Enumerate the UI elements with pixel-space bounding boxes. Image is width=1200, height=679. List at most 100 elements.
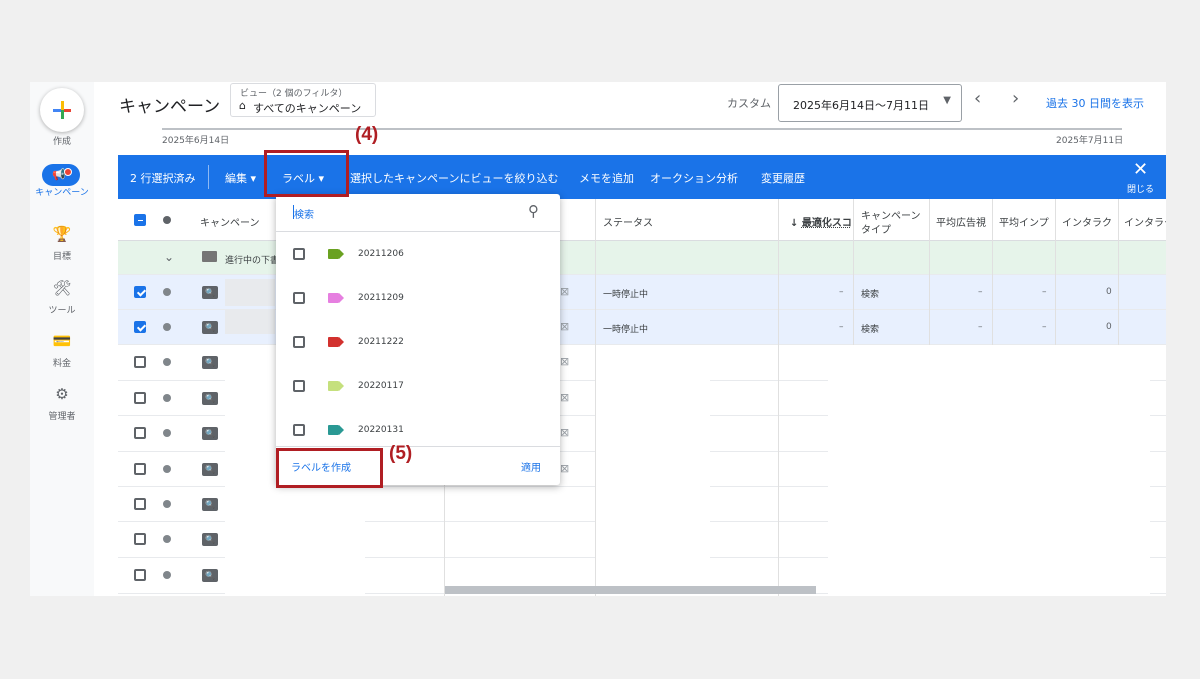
edit-label: 編集 <box>225 172 247 185</box>
auction-insights-button[interactable]: オークション分析 <box>650 170 738 186</box>
row-checkbox[interactable] <box>134 427 146 439</box>
image-placeholder-icon: ⊠ <box>560 462 570 475</box>
label-option[interactable]: 20211206 <box>276 232 560 276</box>
view-filter-count: ビュー（2 個のフィルタ） <box>240 89 348 99</box>
label-name: 20211206 <box>358 249 404 259</box>
avg-view-value: – <box>978 322 983 332</box>
label-tag-icon <box>328 381 344 391</box>
search-campaign-icon: 🔍 <box>202 392 218 405</box>
label-dropdown: 検索 ⚲ 20211206 20211209 20211222 20220117… <box>276 194 560 485</box>
tools-icon[interactable]: 🛠 <box>30 279 94 297</box>
nav-campaigns-label: キャンペーン <box>35 188 89 198</box>
label-name: 20220117 <box>358 381 404 391</box>
add-memo-button[interactable]: メモを追加 <box>579 170 634 186</box>
header-interactions[interactable]: インタラク <box>1062 214 1116 229</box>
label-tag-icon <box>328 425 344 435</box>
label-search[interactable]: 検索 ⚲ <box>276 194 560 232</box>
status-text: 一時停止中 <box>603 290 649 300</box>
label-name: 20211209 <box>358 293 404 303</box>
interactions-value: 0 <box>1106 287 1112 297</box>
image-placeholder-icon: ⊠ <box>560 355 570 368</box>
search-icon[interactable]: ⚲ <box>528 202 539 220</box>
label-tag-icon <box>328 249 344 259</box>
image-placeholder-icon: ⊠ <box>560 426 570 439</box>
nav-campaigns-button[interactable]: 📢 <box>42 164 80 186</box>
selected-count: 2 行選択済み <box>130 172 196 185</box>
create-button[interactable] <box>40 88 84 132</box>
label-name: 20220131 <box>358 425 404 435</box>
label-checkbox[interactable] <box>293 380 305 392</box>
redacted-name <box>225 310 275 334</box>
row-checkbox[interactable] <box>134 569 146 581</box>
header-interaction-rate[interactable]: インタラク <box>1124 214 1166 229</box>
label-option[interactable]: 20211222 <box>276 320 560 364</box>
highlight-box-step5 <box>276 448 383 488</box>
filter-view-button[interactable]: 選択したキャンペーンにビューを絞り込む <box>350 170 558 186</box>
label-checkbox[interactable] <box>293 424 305 436</box>
nav-tools-label[interactable]: ツール <box>30 303 94 316</box>
nav-admin-label[interactable]: 管理者 <box>30 409 94 422</box>
trophy-icon[interactable]: 🏆 <box>30 225 94 243</box>
row-checkbox[interactable] <box>134 356 146 368</box>
highlight-box-step4 <box>264 150 349 197</box>
row-checkbox[interactable] <box>134 533 146 545</box>
nav-billing-label[interactable]: 料金 <box>30 356 94 369</box>
search-campaign-icon: 🔍 <box>202 427 218 440</box>
header-avg-view[interactable]: 平均広告視 <box>936 214 990 229</box>
close-label[interactable]: 閉じる <box>1127 182 1154 195</box>
label-checkbox[interactable] <box>293 248 305 260</box>
search-campaign-icon: 🔍 <box>202 569 218 582</box>
row-checkbox[interactable] <box>134 321 146 333</box>
caret-down-icon: ▾ <box>250 172 257 185</box>
header-avg-imp[interactable]: 平均インプ <box>999 214 1053 229</box>
view-selector[interactable]: ビュー（2 個のフィルタ） ⌂ すべてのキャンペーン <box>230 83 376 117</box>
search-campaign-icon: 🔍 <box>202 463 218 476</box>
gear-icon[interactable]: ⚙ <box>30 385 94 403</box>
show-30-days-link[interactable]: 過去 30 日間を表示 <box>1046 95 1144 111</box>
chevron-down-icon[interactable]: ⌄ <box>164 250 174 264</box>
header-opt-score[interactable]: ↓ 最適化スコ <box>790 214 852 229</box>
row-checkbox[interactable] <box>134 463 146 475</box>
label-tag-icon <box>328 337 344 347</box>
change-history-button[interactable]: 変更履歴 <box>761 170 805 186</box>
header-status[interactable]: ステータス <box>603 214 653 229</box>
row-checkbox[interactable] <box>134 498 146 510</box>
prev-period-icon[interactable]: ‹ <box>974 88 981 109</box>
opt-score-value: – <box>839 287 844 297</box>
divider <box>208 165 209 189</box>
header-campaign-type-2[interactable]: タイプ <box>861 221 891 236</box>
app-frame: 作成 📢 キャンペーン 🏆 目標 🛠 ツール 💳 料金 ⚙ 管理者 キャンペーン… <box>30 82 1166 596</box>
apply-button[interactable]: 適用 <box>521 459 541 474</box>
label-option[interactable]: 20211209 <box>276 276 560 320</box>
left-nav: 作成 📢 キャンペーン 🏆 目標 🛠 ツール 💳 料金 ⚙ 管理者 <box>30 82 94 596</box>
date-range-picker[interactable]: 2025年6月14日〜7月11日 ▼ <box>778 84 962 122</box>
header-campaign-type-1[interactable]: キャンペーン <box>861 207 921 222</box>
campaign-type-value: 検索 <box>861 290 880 300</box>
blank-area <box>828 351 1150 596</box>
next-period-icon[interactable]: › <box>1012 88 1019 109</box>
select-all-checkbox[interactable] <box>134 214 146 226</box>
status-dot <box>163 288 171 296</box>
label-checkbox[interactable] <box>293 336 305 348</box>
close-icon[interactable]: ✕ <box>1133 159 1148 180</box>
page-title: キャンペーン <box>119 97 221 117</box>
nav-goals-label[interactable]: 目標 <box>30 249 94 262</box>
row-checkbox[interactable] <box>134 286 146 298</box>
column-divider <box>992 199 993 345</box>
image-placeholder-icon: ⊠ <box>560 285 570 298</box>
row-checkbox[interactable] <box>134 392 146 404</box>
label-option[interactable]: 20220117 <box>276 364 560 408</box>
status-dot <box>163 429 171 437</box>
nav-create-label: 作成 <box>52 137 71 147</box>
label-search-input[interactable]: 検索 <box>294 206 314 221</box>
column-divider <box>1118 199 1119 345</box>
label-checkbox[interactable] <box>293 292 305 304</box>
edit-menu-button[interactable]: 編集 ▾ <box>225 170 256 186</box>
credit-card-icon[interactable]: 💳 <box>30 332 94 350</box>
redacted-name <box>225 279 275 306</box>
horizontal-scrollbar[interactable] <box>445 586 816 594</box>
timeline-end: 2025年7月11日 <box>1056 136 1124 146</box>
avg-imp-value: – <box>1042 322 1047 332</box>
timeline-start: 2025年6月14日 <box>162 136 230 146</box>
header-campaign[interactable]: キャンペーン <box>200 214 260 229</box>
